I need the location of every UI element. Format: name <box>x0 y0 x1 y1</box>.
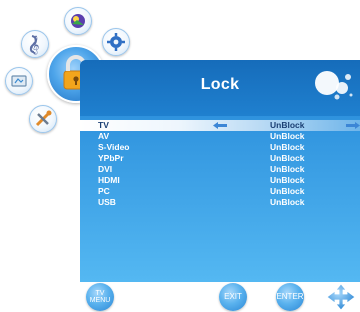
exit-button[interactable]: EXIT <box>219 283 247 311</box>
row-label: PC <box>98 186 110 196</box>
enter-label: ENTER <box>276 292 304 301</box>
row-value: UnBlock <box>270 131 305 141</box>
row-label: DVI <box>98 164 113 174</box>
row-label: AV <box>98 131 110 141</box>
list-item-s-video[interactable]: S-Video UnBlock <box>80 142 360 153</box>
row-value: UnBlock <box>270 120 305 130</box>
enter-button[interactable]: ENTER <box>276 283 304 311</box>
row-value: UnBlock <box>270 153 305 163</box>
row-label: USB <box>98 197 116 207</box>
list-item-pc[interactable]: PC UnBlock <box>80 186 360 197</box>
tv-menu-label-bottom: MENU <box>89 297 111 304</box>
footer-bar: TV MENU EXIT ENTER <box>80 282 360 312</box>
row-value: UnBlock <box>270 164 305 174</box>
row-value: UnBlock <box>270 186 305 196</box>
left-arrow-icon[interactable] <box>213 122 227 129</box>
panel-header: Lock <box>80 60 360 116</box>
list-item-tv[interactable]: TV UnBlock <box>80 120 360 131</box>
tv-menu-button[interactable]: TV MENU <box>86 283 114 311</box>
row-label: YPbPr <box>98 153 124 163</box>
list-item-av[interactable]: AV UnBlock <box>80 131 360 142</box>
tools-icon[interactable] <box>29 105 57 133</box>
screen-icon[interactable] <box>5 67 33 95</box>
row-value: UnBlock <box>270 142 305 152</box>
bubbles-icon <box>315 71 353 100</box>
list-item-usb[interactable]: USB UnBlock <box>80 197 360 208</box>
right-arrow-icon[interactable] <box>346 122 360 129</box>
list-item-hdmi[interactable]: HDMI UnBlock <box>80 175 360 186</box>
list-item-dvi[interactable]: DVI UnBlock <box>80 164 360 175</box>
lock-menu-panel: Lock TV UnBlock AV UnBlock S-Video UnBlo… <box>80 60 360 282</box>
list-item-ypbpr[interactable]: YPbPr UnBlock <box>80 153 360 164</box>
row-value: UnBlock <box>270 197 305 207</box>
row-value: UnBlock <box>270 175 305 185</box>
dpad-icon[interactable] <box>326 283 356 311</box>
exit-label: EXIT <box>224 292 242 301</box>
row-label: HDMI <box>98 175 120 185</box>
picture-icon[interactable] <box>64 7 92 35</box>
row-label: S-Video <box>98 142 130 152</box>
sound-icon[interactable]: 𝄞 <box>21 30 49 58</box>
settings-icon[interactable] <box>102 28 130 56</box>
row-label: TV <box>98 120 109 130</box>
tv-menu-label-top: TV <box>95 290 105 297</box>
